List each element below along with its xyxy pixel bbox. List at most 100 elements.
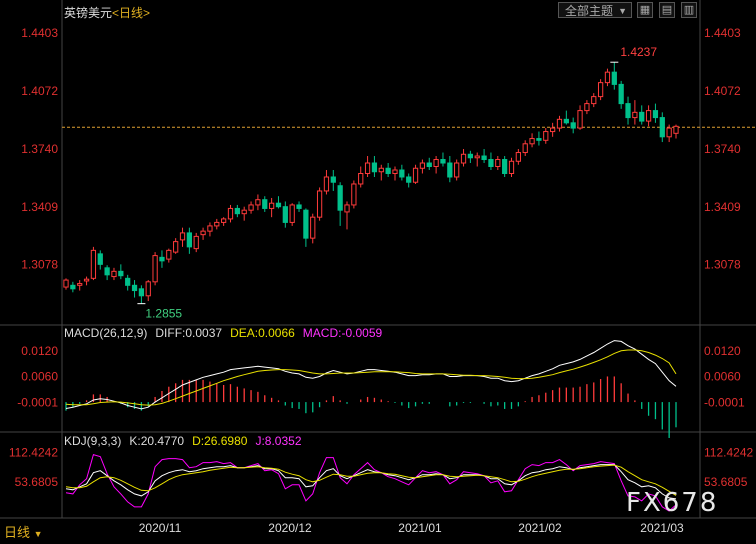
- candle: [529, 133, 535, 148]
- candle: [221, 217, 227, 226]
- macd-header: MACD(26,12,9) DIFF:0.0037 DEA:0.0066 MACD:-…: [64, 326, 390, 340]
- x-tick-label: 2021/02: [518, 521, 562, 535]
- candle-body: [275, 202, 282, 208]
- candle-body: [433, 159, 439, 168]
- candle-body: [358, 172, 364, 185]
- candle-body: [502, 159, 508, 174]
- candle-body: [611, 71, 617, 85]
- high-annotation: 1.4237: [620, 45, 657, 59]
- candle: [131, 280, 138, 298]
- candle-body: [234, 207, 240, 215]
- candle-body: [618, 83, 624, 105]
- chart-stage: 1.4403 1.4403 1.4072 1.4072 1.3740 1.3740 1.34…: [0, 0, 756, 541]
- candle-body: [440, 159, 446, 164]
- candle-body: [351, 183, 357, 206]
- candle: [90, 246, 97, 281]
- candle: [378, 164, 384, 181]
- candle: [632, 100, 638, 125]
- candle-body: [268, 202, 275, 209]
- candle-body: [412, 167, 419, 183]
- candle: [659, 112, 665, 143]
- theme-dropdown-label: 全部主题: [565, 4, 614, 18]
- candle-body: [536, 138, 542, 141]
- dual-pane-icon[interactable]: ▥: [681, 2, 697, 18]
- candle-body: [310, 216, 316, 239]
- candle: [303, 208, 309, 247]
- candle: [618, 80, 624, 109]
- candle: [118, 264, 124, 280]
- macd-y-tick: -0.0001: [704, 396, 745, 410]
- candle: [351, 180, 357, 209]
- candle: [289, 203, 295, 226]
- layout-icon[interactable]: ▤: [659, 2, 675, 18]
- candle: [125, 274, 131, 291]
- macd-y-tick: 0.0060: [21, 369, 58, 383]
- candle: [275, 196, 282, 209]
- chart-canvas[interactable]: 1.4403 1.4403 1.4072 1.4072 1.3740 1.3740 1.34…: [0, 0, 756, 539]
- candle-body: [77, 283, 83, 286]
- theme-dropdown[interactable]: 全部主题 ▼: [558, 2, 632, 18]
- candle-body: [111, 270, 117, 278]
- candle: [406, 173, 412, 188]
- candle-body: [570, 122, 576, 129]
- candle: [316, 187, 323, 221]
- candle-body: [419, 162, 426, 169]
- candle-body: [659, 117, 665, 138]
- candle: [467, 150, 474, 164]
- y-tick-label: 1.3409: [704, 200, 741, 214]
- candle-body: [221, 218, 227, 223]
- candle-body: [344, 204, 350, 213]
- candle-body: [337, 185, 343, 211]
- candle-body: [639, 111, 645, 122]
- candle: [83, 276, 90, 286]
- candle-body: [385, 167, 391, 174]
- candle-body: [97, 253, 103, 265]
- candle: [419, 159, 426, 174]
- candle: [282, 201, 288, 228]
- candle: [433, 156, 439, 174]
- candle-body: [673, 125, 679, 134]
- y-tick-label: 1.3409: [21, 200, 58, 214]
- candle: [323, 170, 330, 195]
- candle-body: [118, 270, 124, 277]
- candle-body: [330, 176, 336, 183]
- kdj-y-tick: 53.6805: [704, 475, 748, 489]
- candle: [63, 278, 69, 290]
- candle-body: [255, 199, 261, 206]
- candle: [152, 252, 158, 286]
- kdj-k-line: [65, 464, 677, 500]
- candle: [474, 152, 480, 167]
- candle: [214, 218, 220, 230]
- grid-icon[interactable]: ▦: [637, 2, 653, 18]
- candle-body: [495, 159, 501, 168]
- candle: [508, 157, 515, 177]
- candle: [536, 131, 542, 146]
- candle-body: [316, 190, 323, 218]
- candle-body: [577, 110, 583, 129]
- candle-body: [399, 169, 405, 178]
- candle: [70, 281, 76, 293]
- x-tick-label: 2020/11: [139, 521, 182, 535]
- candle-body: [186, 232, 192, 248]
- candle: [611, 62, 617, 90]
- bottom-period-tab[interactable]: 日线 ▼: [4, 522, 43, 541]
- candle-body: [131, 284, 138, 292]
- candle-body: [474, 155, 480, 159]
- candle: [193, 232, 199, 253]
- candle: [77, 280, 83, 291]
- candle: [344, 201, 350, 230]
- candle: [426, 157, 432, 170]
- kdj-y-tick: 112.4242: [704, 445, 753, 459]
- candle-body: [515, 152, 521, 162]
- candle-body: [454, 162, 460, 178]
- candle: [262, 196, 268, 212]
- macd-y-tick: 0.0120: [704, 344, 741, 358]
- candle-body: [550, 127, 556, 133]
- kdj-j-value: J:8.0352: [255, 434, 302, 448]
- y-tick-label: 1.3078: [704, 258, 741, 272]
- y-tick-label: 1.4072: [704, 84, 741, 98]
- candle: [515, 149, 521, 165]
- candle: [255, 194, 261, 211]
- macd-y-tick: 0.0120: [21, 344, 58, 358]
- candle: [310, 213, 316, 244]
